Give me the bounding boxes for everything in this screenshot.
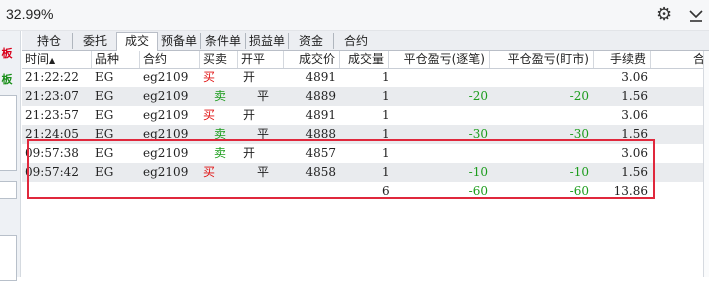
cell-pnl-mark bbox=[490, 144, 589, 163]
table-row[interactable]: 21:24:05 EG eg2109 卖 平 4888 1 -30 -30 1.… bbox=[22, 125, 709, 144]
cell-side: 买 bbox=[203, 165, 216, 179]
col-open-close[interactable]: 开平 bbox=[238, 51, 284, 68]
cell-variety: EG bbox=[95, 89, 114, 103]
sort-asc-icon: ▲ bbox=[49, 56, 56, 65]
cell-side: 买 bbox=[203, 108, 216, 122]
table-row[interactable]: 21:22:22 EG eg2109 买 开 4891 1 3.06 bbox=[22, 68, 709, 87]
tab-orders[interactable]: 委托 bbox=[73, 33, 118, 49]
cell-price: 4858 bbox=[305, 165, 336, 179]
cell-pnl-mark: -20 bbox=[569, 89, 589, 103]
tab-position[interactable]: 持仓 bbox=[26, 33, 73, 49]
cell-open-close: 平 bbox=[257, 165, 270, 179]
cell-pnl-trade: -20 bbox=[468, 89, 488, 103]
cell-side: 买 bbox=[203, 70, 216, 84]
cell-time: 09:57:42 bbox=[25, 165, 79, 179]
cell-open-close: 开 bbox=[243, 70, 256, 84]
col-qty[interactable]: 成交量 bbox=[340, 51, 389, 68]
col-pnl-mark[interactable]: 平仓盈亏(盯市) bbox=[490, 51, 594, 68]
cell-time: 21:23:57 bbox=[25, 108, 79, 122]
tab-prepared-orders[interactable]: 预备单 bbox=[158, 33, 201, 49]
cell-price: 4857 bbox=[305, 146, 336, 160]
cell-variety: EG bbox=[95, 146, 114, 160]
col-price[interactable]: 成交价 bbox=[284, 51, 340, 68]
cell-price: 4888 bbox=[305, 127, 336, 141]
cell-time: 21:24:05 bbox=[25, 127, 79, 141]
col-side[interactable]: 买卖 bbox=[200, 51, 238, 68]
cell-side: 卖 bbox=[214, 146, 227, 160]
total-fee: 13.86 bbox=[613, 184, 648, 198]
col-time[interactable]: 时间▲ bbox=[22, 51, 92, 68]
total-pnl-trade: -60 bbox=[468, 184, 488, 198]
cell-fee: 1.56 bbox=[621, 89, 648, 103]
cell-contract: eg2109 bbox=[143, 108, 189, 122]
left-box[interactable] bbox=[0, 235, 17, 281]
cell-fee: 1.56 bbox=[621, 165, 648, 179]
tab-contracts[interactable]: 合约 bbox=[334, 33, 378, 49]
tab-trades[interactable]: 成交 bbox=[116, 32, 158, 52]
table-header: 时间▲ 品种 合约 买卖 开平 成交价 成交量 平仓盈亏(逐笔) 平仓盈亏(盯市… bbox=[22, 51, 709, 69]
cell-price: 4891 bbox=[305, 108, 336, 122]
left-panel: 板 板 bbox=[0, 31, 21, 281]
cell-variety: EG bbox=[95, 108, 114, 122]
tab-conditional-orders[interactable]: 条件单 bbox=[201, 33, 246, 49]
cell-fee: 1.56 bbox=[621, 127, 648, 141]
cell-side: 卖 bbox=[214, 89, 227, 103]
cell-time: 09:57:38 bbox=[25, 146, 79, 160]
cell-fee: 3.06 bbox=[621, 146, 648, 160]
totals-row: 6 -60 -60 13.86 bbox=[22, 182, 709, 201]
col-pnl-trade[interactable]: 平仓盈亏(逐笔) bbox=[389, 51, 490, 68]
cell-variety: EG bbox=[95, 127, 114, 141]
left-box[interactable] bbox=[0, 181, 17, 199]
gear-icon[interactable]: ⚙ bbox=[656, 5, 672, 25]
cell-pnl-mark: -30 bbox=[569, 127, 589, 141]
cell-variety: EG bbox=[95, 165, 114, 179]
cell-pnl-trade bbox=[389, 144, 488, 163]
cell-contract: eg2109 bbox=[143, 146, 189, 160]
cell-contract: eg2109 bbox=[143, 127, 189, 141]
col-variety[interactable]: 品种 bbox=[92, 51, 140, 68]
cell-pnl-mark bbox=[490, 68, 589, 87]
cell-time: 21:23:07 bbox=[25, 89, 79, 103]
total-pnl-mark: -60 bbox=[569, 184, 589, 198]
table-row[interactable]: 21:23:57 EG eg2109 买 开 4891 1 3.06 bbox=[22, 106, 709, 125]
cell-open-close: 开 bbox=[243, 146, 256, 160]
cell-variety: EG bbox=[95, 70, 114, 84]
chevron-down-icon[interactable] bbox=[688, 4, 704, 24]
left-label-green: 板 bbox=[1, 73, 13, 86]
cell-pnl-trade bbox=[389, 68, 488, 87]
cell-fee: 3.06 bbox=[621, 70, 648, 84]
cell-open-close: 平 bbox=[257, 127, 270, 141]
cell-price: 4889 bbox=[305, 89, 336, 103]
cell-contract: eg2109 bbox=[143, 165, 189, 179]
cell-pnl-mark bbox=[490, 106, 589, 125]
percent-readout: 32.99% bbox=[6, 6, 54, 22]
left-label-red: 板 bbox=[1, 47, 13, 60]
cell-contract: eg2109 bbox=[143, 70, 189, 84]
cell-pnl-trade bbox=[389, 106, 488, 125]
table-row[interactable]: 09:57:38 EG eg2109 卖 开 4857 1 3.06 bbox=[22, 144, 709, 163]
cell-open-close: 平 bbox=[257, 89, 270, 103]
cell-side: 卖 bbox=[214, 127, 227, 141]
cell-contract: eg2109 bbox=[143, 89, 189, 103]
cell-price: 4891 bbox=[305, 70, 336, 84]
trades-table-body: 21:22:22 EG eg2109 买 开 4891 1 3.06 21:23… bbox=[22, 68, 709, 201]
cell-open-close: 开 bbox=[243, 108, 256, 122]
tab-funds[interactable]: 资金 bbox=[289, 33, 334, 49]
cell-pnl-mark: -10 bbox=[569, 165, 589, 179]
cell-fee: 3.06 bbox=[621, 108, 648, 122]
top-bar: 32.99% ⚙ bbox=[0, 0, 709, 31]
cell-time: 21:22:22 bbox=[25, 70, 79, 84]
tab-stop-orders[interactable]: 损益单 bbox=[246, 33, 289, 49]
col-extra[interactable]: 合 bbox=[651, 51, 709, 68]
cell-pnl-trade: -10 bbox=[468, 165, 488, 179]
tab-bar: 持仓 委托 成交 预备单 条件单 损益单 资金 合约 bbox=[22, 31, 709, 52]
cell-pnl-trade: -30 bbox=[468, 127, 488, 141]
table-row[interactable]: 21:23:07 EG eg2109 卖 平 4889 1 -20 -20 1.… bbox=[22, 87, 709, 106]
table-row[interactable]: 09:57:42 EG eg2109 买 平 4858 1 -10 -10 1.… bbox=[22, 163, 709, 182]
left-box[interactable] bbox=[0, 95, 17, 171]
col-contract[interactable]: 合约 bbox=[140, 51, 200, 68]
right-scroll-edge bbox=[703, 51, 709, 277]
col-fee[interactable]: 手续费 bbox=[594, 51, 651, 68]
